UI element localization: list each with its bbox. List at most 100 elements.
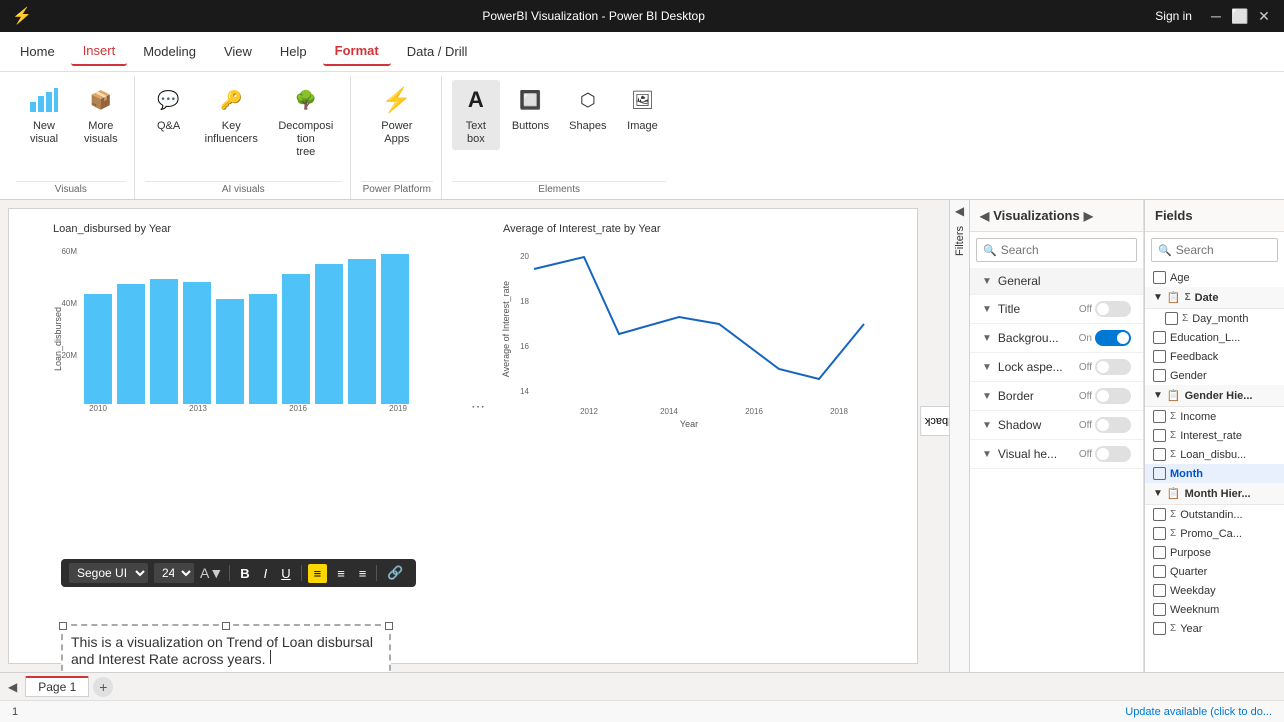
viz-prop-vh-toggle[interactable]: Off (1079, 446, 1131, 462)
highlight-btn[interactable]: ≡ (308, 564, 328, 583)
fields-search-box[interactable]: 🔍 (1151, 238, 1278, 262)
viz-prop-lock-aspect[interactable]: ▼ Lock aspe... Off (970, 353, 1143, 382)
viz-prev-btn[interactable]: ◀ (980, 209, 989, 223)
menu-insert[interactable]: Insert (71, 37, 128, 66)
field-checkbox-month[interactable] (1153, 467, 1166, 480)
italic-btn[interactable]: I (260, 564, 272, 583)
field-checkbox-day-month[interactable] (1165, 312, 1178, 325)
field-section-gender-hie[interactable]: ▼ 📋 Gender Hie... (1145, 385, 1284, 407)
new-visual-btn[interactable]: Newvisual (16, 80, 72, 150)
field-item-month[interactable]: Month (1145, 464, 1284, 483)
more-visuals-btn[interactable]: 📦 Morevisuals (76, 80, 126, 150)
field-item-promo[interactable]: Σ Promo_Ca... (1145, 524, 1284, 543)
field-section-month-hie[interactable]: ▼ 📋 Month Hier... (1145, 483, 1284, 505)
viz-prop-background[interactable]: ▼ Backgrou... On (970, 324, 1143, 353)
field-section-date-chevron[interactable]: ▼ (1153, 292, 1163, 303)
viz-prop-vh-chevron[interactable]: ▼ (982, 449, 992, 460)
title-toggle-track[interactable] (1095, 301, 1131, 317)
minimize-btn[interactable]: ─ (1208, 8, 1224, 24)
field-checkbox-purpose[interactable] (1153, 546, 1166, 559)
field-checkbox-weekday[interactable] (1153, 584, 1166, 597)
viz-prop-shadow-chevron[interactable]: ▼ (982, 420, 992, 431)
buttons-btn[interactable]: 🔲 Buttons (504, 80, 557, 137)
field-item-weeknum[interactable]: Weeknum (1145, 600, 1284, 619)
font-family-select[interactable]: Segoe UI (69, 563, 148, 583)
power-apps-btn[interactable]: ⚡ Power Apps (361, 80, 433, 150)
field-checkbox-education[interactable] (1153, 331, 1166, 344)
field-item-income[interactable]: Σ Income (1145, 407, 1284, 426)
field-checkbox-age[interactable] (1153, 271, 1166, 284)
field-item-age[interactable]: Age (1145, 268, 1284, 287)
resize-handle-tm[interactable] (222, 622, 230, 630)
field-checkbox-interest-rate[interactable] (1153, 429, 1166, 442)
image-btn[interactable]: 🖼 Image (618, 80, 666, 137)
viz-prop-lock-toggle[interactable]: Off (1079, 359, 1131, 375)
bold-btn[interactable]: B (236, 564, 253, 583)
field-item-loan-disbu[interactable]: Σ Loan_disbu... (1145, 445, 1284, 464)
field-item-outstanding[interactable]: Σ Outstandin... (1145, 505, 1284, 524)
field-checkbox-feedback[interactable] (1153, 350, 1166, 363)
field-item-purpose[interactable]: Purpose (1145, 543, 1284, 562)
viz-search-input[interactable] (1001, 243, 1130, 257)
viz-prop-shadow-toggle[interactable]: Off (1079, 417, 1131, 433)
align-center-btn[interactable]: ≡ (333, 564, 349, 583)
viz-prop-shadow[interactable]: ▼ Shadow Off (970, 411, 1143, 440)
field-checkbox-year[interactable] (1153, 622, 1166, 635)
restore-btn[interactable]: ⬜ (1232, 8, 1248, 24)
menu-modeling[interactable]: Modeling (131, 38, 208, 65)
text-box-btn[interactable]: A Textbox (452, 80, 500, 150)
field-item-year[interactable]: Σ Year (1145, 619, 1284, 638)
field-section-mh-chevron[interactable]: ▼ (1153, 488, 1163, 499)
menu-format[interactable]: Format (323, 37, 391, 66)
viz-prop-border-toggle[interactable]: Off (1079, 388, 1131, 404)
link-btn[interactable]: 🔗 (383, 563, 407, 583)
bar-chart-more[interactable]: ⋯ (471, 398, 485, 415)
viz-prop-visual-header[interactable]: ▼ Visual he... Off (970, 440, 1143, 469)
viz-next-btn[interactable]: ▶ (1084, 209, 1093, 223)
field-item-day-month[interactable]: Σ Day_month (1145, 309, 1284, 328)
lock-toggle-track[interactable] (1095, 359, 1131, 375)
field-section-gh-chevron[interactable]: ▼ (1153, 390, 1163, 401)
resize-handle-tr[interactable] (385, 622, 393, 630)
filter-label[interactable]: Filters (954, 226, 966, 256)
viz-prop-title[interactable]: ▼ Title Off (970, 295, 1143, 324)
resize-handle-tl[interactable] (59, 622, 67, 630)
vh-toggle-track[interactable] (1095, 446, 1131, 462)
font-color-btn[interactable]: A▼ (200, 565, 223, 581)
page-prev-btn[interactable]: ◀ (8, 680, 17, 694)
filter-arrow-icon[interactable]: ◀ (955, 204, 964, 218)
key-influencers-btn[interactable]: 🔑 Keyinfluencers (197, 80, 266, 150)
decomp-tree-btn[interactable]: 🌳 Decompositiontree (270, 80, 342, 164)
close-btn[interactable]: ✕ (1256, 8, 1272, 24)
menu-home[interactable]: Home (8, 38, 67, 65)
field-item-education[interactable]: Education_L... (1145, 328, 1284, 347)
feedback-btn[interactable]: Feedback (920, 406, 949, 436)
font-size-select[interactable]: 24 (154, 563, 194, 583)
text-box-content[interactable]: This is a visualization on Trend of Loan… (61, 624, 391, 672)
viz-prop-general-chevron[interactable]: ▼ (982, 276, 992, 287)
line-chart-container[interactable]: Average of Interest_rate by Year 20 18 1… (499, 219, 899, 439)
shapes-btn[interactable]: ⬡ Shapes (561, 80, 614, 137)
field-checkbox-income[interactable] (1153, 410, 1166, 423)
background-toggle-track[interactable] (1095, 330, 1131, 346)
fields-search-input[interactable] (1176, 243, 1271, 257)
viz-prop-lock-chevron[interactable]: ▼ (982, 362, 992, 373)
signin-btn[interactable]: Sign in (1155, 9, 1192, 23)
menu-view[interactable]: View (212, 38, 264, 65)
menu-data-drill[interactable]: Data / Drill (395, 38, 480, 65)
viz-prop-general[interactable]: ▼ General (970, 268, 1143, 295)
viz-prop-border-chevron[interactable]: ▼ (982, 391, 992, 402)
field-item-gender[interactable]: Gender (1145, 366, 1284, 385)
field-item-weekday[interactable]: Weekday (1145, 581, 1284, 600)
field-checkbox-gender[interactable] (1153, 369, 1166, 382)
viz-prop-title-chevron[interactable]: ▼ (982, 304, 992, 315)
field-checkbox-promo[interactable] (1153, 527, 1166, 540)
viz-search-box[interactable]: 🔍 (976, 238, 1137, 262)
shadow-toggle-track[interactable] (1095, 417, 1131, 433)
add-page-btn[interactable]: + (93, 677, 113, 697)
update-text[interactable]: Update available (click to do... (1125, 706, 1272, 718)
underline-btn[interactable]: U (277, 564, 294, 583)
field-item-quarter[interactable]: Quarter (1145, 562, 1284, 581)
menu-help[interactable]: Help (268, 38, 319, 65)
border-toggle-track[interactable] (1095, 388, 1131, 404)
